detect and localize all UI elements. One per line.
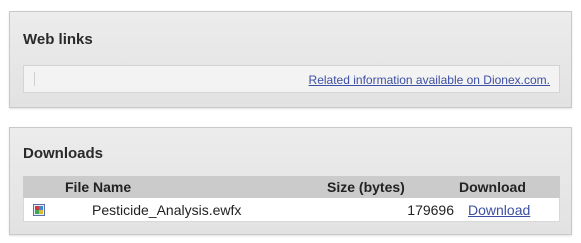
file-name: Pesticide_Analysis.ewfx (92, 201, 242, 218)
web-links-title: Web links (23, 31, 93, 48)
file-icon-cell (24, 203, 54, 216)
download-cell: Download (458, 202, 559, 218)
file-icon (33, 203, 45, 216)
dionex-related-link[interactable]: Related information available on Dionex.… (309, 73, 550, 87)
file-size: 179696 (407, 201, 454, 218)
download-link[interactable]: Download (468, 202, 530, 218)
downloads-table: File Name Size (bytes) Download Pesticid… (23, 176, 560, 222)
divider (34, 72, 35, 86)
web-links-box: Related information available on Dionex.… (23, 65, 560, 93)
column-header-size: Size (bytes) (327, 179, 405, 195)
table-row: Pesticide_Analysis.ewfx 179696 Download (23, 198, 560, 222)
column-header-file-name: File Name (65, 179, 132, 195)
web-links-panel: Web links Related information available … (9, 11, 572, 108)
downloads-title: Downloads (23, 145, 104, 162)
column-header-download: Download (459, 179, 526, 195)
table-header: File Name Size (bytes) Download (23, 176, 560, 198)
downloads-panel: Downloads File Name Size (bytes) Downloa… (9, 127, 572, 235)
